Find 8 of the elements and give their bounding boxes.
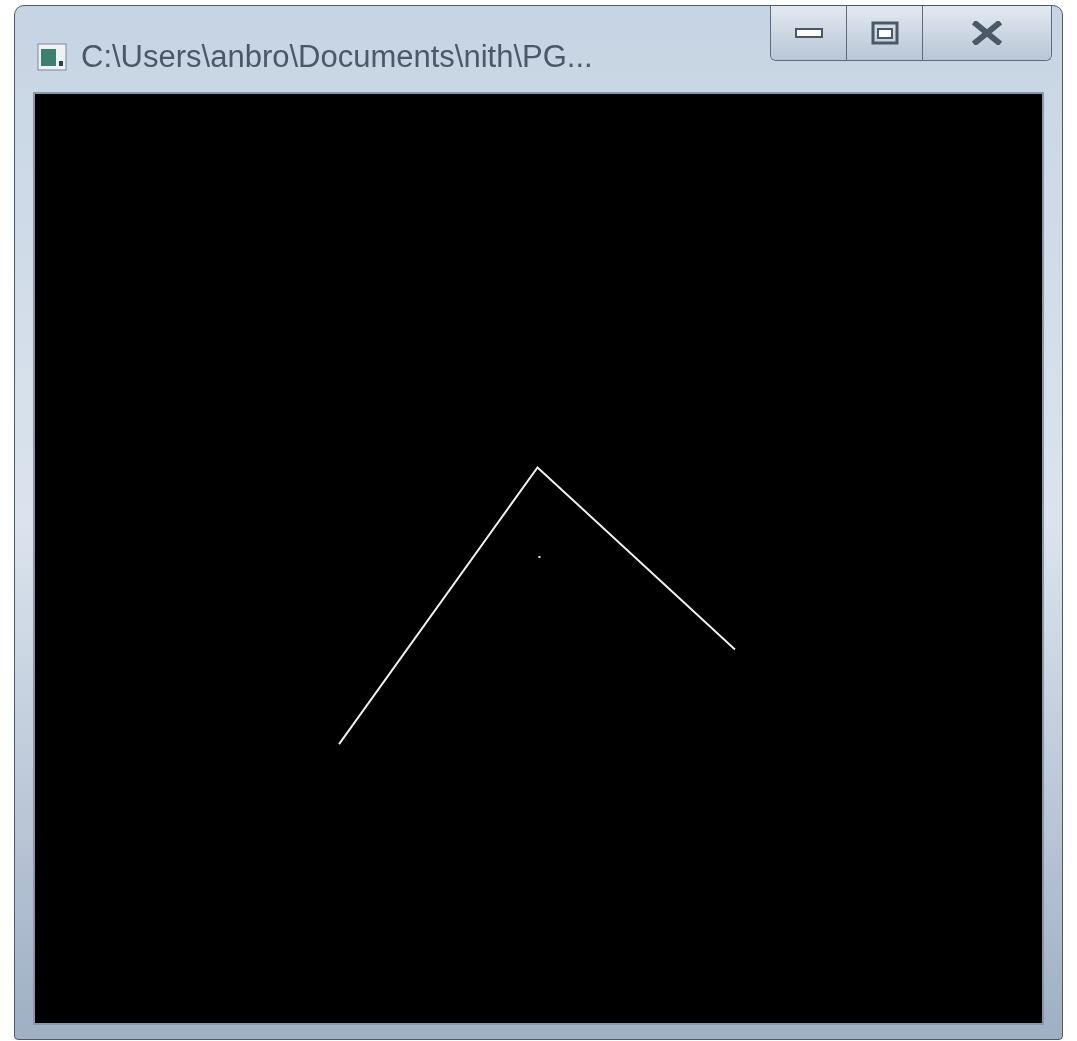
app-icon <box>37 43 67 72</box>
maximize-icon <box>870 21 899 45</box>
maximize-button[interactable] <box>847 6 923 60</box>
window-title: C:\Users\anbro\Documents\nith\PG... <box>81 38 593 76</box>
minimize-icon <box>794 28 823 38</box>
close-button[interactable] <box>923 6 1051 60</box>
close-icon <box>972 21 1002 45</box>
minimize-button[interactable] <box>771 6 847 60</box>
